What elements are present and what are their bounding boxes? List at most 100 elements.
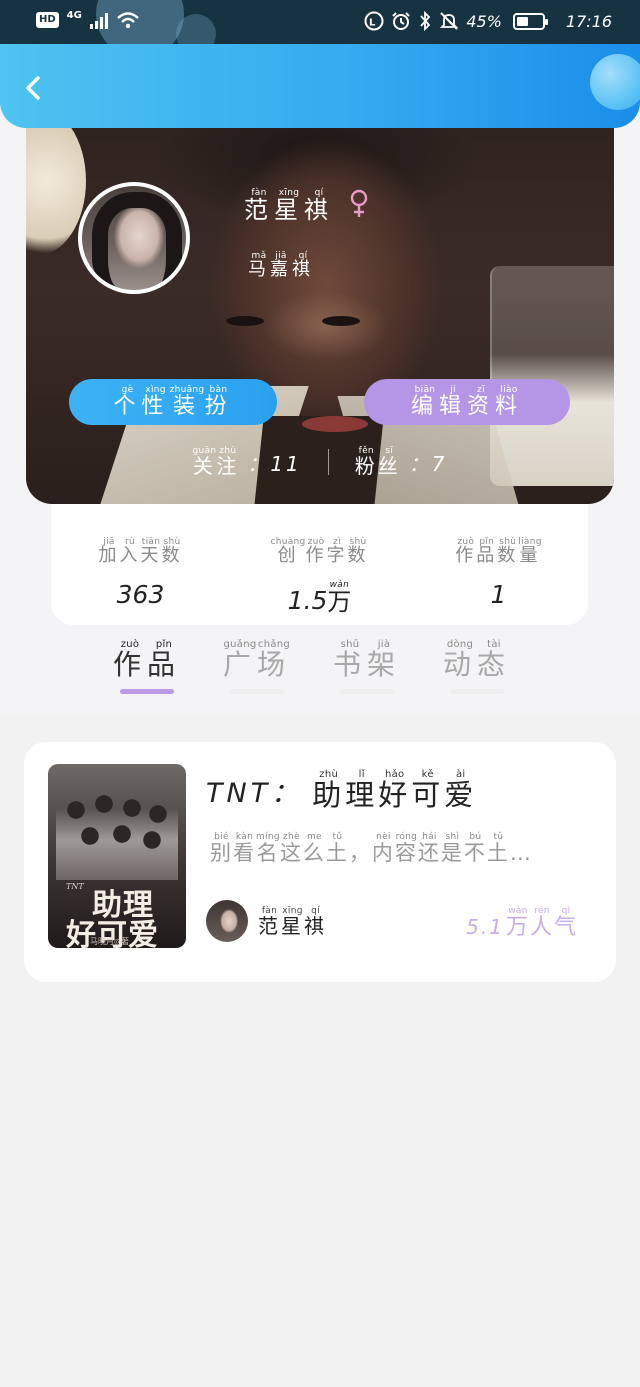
bluetooth-icon [420, 11, 431, 31]
ruby-char: zhù 注 [216, 446, 240, 478]
ruby-char: tiān 天 [140, 537, 162, 566]
tab-indicator [450, 689, 504, 695]
ruby-char: lǐ 理 [345, 769, 379, 812]
ruby-char: nèi 内 [371, 832, 395, 865]
tab-indicator [120, 689, 174, 695]
ruby-char: fàn 范 [244, 188, 274, 224]
ruby-char: xīng 星 [274, 188, 304, 224]
popularity: 5.1 wàn 万 rén 人 qì 气 [466, 906, 578, 939]
book-card[interactable]: TNT 助理 好可爱 马晓月◎著 TNT： zhù 助 lǐ 理 hǎo 好 kě 可 ài 爱 … [24, 742, 616, 982]
ruby-char: pǐn 品 [476, 537, 498, 566]
tab-updates[interactable]: dòng 动 tài 态 [422, 640, 532, 710]
clock: 17:16 [565, 11, 612, 31]
status-bar: HD 4G L 45% 17:16 [0, 0, 640, 44]
battery-percent: 45% [466, 11, 502, 31]
ruby-char: pǐn 品 [147, 639, 182, 681]
ruby-char: zhuāng 装 [169, 385, 205, 420]
ruby-char: ài 爱 [444, 769, 478, 812]
ruby-char: rén 人 [529, 906, 554, 940]
ruby-char: me 么 [302, 832, 326, 865]
book-title[interactable]: TNT： zhù 助 lǐ 理 hǎo 好 kě 可 ài 爱 [206, 769, 478, 812]
stat-days-joined: jiā 加 rù 入 tiān 天 shù 数 363 [51, 504, 230, 625]
ruby-char: dòng 动 [442, 639, 477, 681]
ruby-char: tài 态 [477, 639, 512, 681]
ruby-char: kě 可 [411, 769, 445, 812]
stat-value: 1.5 wàn 万 [287, 579, 352, 616]
ruby-char: guān 关 [192, 446, 217, 478]
stat-label: zuò 作 pǐn 品 shù 数 liàng 量 [455, 528, 541, 566]
author-avatar [206, 900, 248, 942]
ruby-char: xīng 星 [281, 905, 304, 938]
cover-tag: TNT [66, 882, 84, 891]
ruby-char: chuàng 创 [270, 537, 306, 566]
ruby-char: mǎ 马 [248, 251, 270, 280]
eye-comfort-icon: L [364, 11, 384, 31]
signal-icon [89, 11, 108, 29]
mute-icon [440, 12, 459, 30]
tab-indicator [340, 689, 394, 695]
ruby-char: zhù 助 [312, 769, 346, 812]
ruby-char: bú 不 [463, 832, 487, 865]
ruby-char: gè 个 [113, 385, 142, 420]
decor-ball [590, 54, 640, 110]
decor-bubble [176, 14, 216, 44]
ruby-char: hái 还 [417, 832, 441, 865]
ruby-char: fàn 范 [258, 905, 281, 938]
ruby-char: zuò 作 [112, 639, 147, 681]
tab-works[interactable]: zuò 作 pǐn 品 [92, 640, 202, 710]
wifi-icon [117, 12, 139, 29]
ruby-char: qì 气 [553, 906, 578, 940]
ruby-char: shì 是 [440, 832, 464, 865]
ruby-char: shū 书 [332, 639, 367, 681]
author-name: fàn 范 xīng 星 qí 祺 [258, 906, 327, 937]
stat-words-written: chuàng 创 zuò 作 zì 字 shù 数 1.5 wàn 万 [230, 504, 409, 625]
following-count: ：11 [247, 452, 302, 476]
ruby-char: fěn 粉 [354, 446, 378, 478]
ruby-char: chǎng 场 [257, 639, 292, 681]
ruby-char: jià 架 [367, 639, 402, 681]
ruby-char: shù 数 [497, 537, 519, 566]
user-name: fàn 范 xīng 星 qí 祺 [244, 188, 370, 223]
dress-up-button[interactable]: gè 个 xìng 性 zhuāng 装 bàn 扮 [69, 379, 277, 425]
ruby-char: liào 料 [495, 385, 524, 420]
ruby-char: xìng 性 [141, 385, 170, 420]
cover-author: 马晓月◎著 [90, 937, 129, 946]
tab-bookshelf[interactable]: shū 书 jià 架 [312, 640, 422, 710]
stat-value: 1 [490, 579, 507, 609]
female-icon [350, 189, 368, 218]
ruby-char: sī 丝 [377, 446, 401, 478]
popularity-value: 5.1 [466, 915, 504, 940]
ruby-char: rù 入 [119, 537, 141, 566]
fans-link[interactable]: fěn 粉 sī 丝 ：7 [355, 446, 448, 477]
ruby-char: qí 祺 [304, 188, 334, 224]
ruby-char: qí 祺 [304, 905, 327, 938]
ruby-char: qí 祺 [292, 251, 314, 280]
back-button[interactable] [20, 74, 48, 102]
book-description: bié 别 kàn 看 míng 名 zhè 这 me 么 tǔ 土 ， nèi 内 róng 容 hái 还 sh… [210, 832, 533, 864]
ruby-char: … [509, 841, 533, 865]
profile-tabs: zuò 作 pǐn 品 guǎng 广 chǎng 场 shū 书 jià 架 dòng 动 tài 态 [92, 640, 552, 710]
stat-value: 363 [116, 579, 165, 609]
edit-profile-button[interactable]: biān 编 jí 辑 zī 资 liào 料 [364, 379, 570, 425]
ruby-char: jí 辑 [438, 385, 467, 420]
svg-text:L: L [369, 18, 376, 29]
author-row[interactable]: fàn 范 xīng 星 qí 祺 [206, 900, 327, 942]
book-cover[interactable]: TNT 助理 好可爱 马晓月◎著 [48, 764, 186, 948]
user-avatar[interactable] [78, 182, 190, 294]
user-subtitle: mǎ 马 jiā 嘉 qí 祺 [248, 242, 314, 280]
ruby-char: tǔ 土 [486, 832, 510, 865]
ruby-char: jiā 嘉 [270, 251, 292, 280]
app-header [0, 44, 640, 128]
stat-works-count: zuò 作 pǐn 品 shù 数 liàng 量 1 [409, 504, 588, 625]
following-link[interactable]: guān 关 zhù 注 ：11 [192, 446, 301, 477]
ruby-char: shù 数 [161, 537, 183, 566]
tab-square[interactable]: guǎng 广 chǎng 场 [202, 640, 312, 710]
ruby-char: hǎo 好 [378, 769, 412, 812]
ruby-char: kàn 看 [233, 832, 256, 865]
network-type: 4G [66, 9, 82, 21]
ruby-char: shù 数 [347, 537, 369, 566]
ruby-char: biān 编 [410, 385, 439, 420]
ruby-char: zuò 作 [455, 537, 477, 566]
ruby-char: míng 名 [256, 832, 280, 865]
ruby-char: zuò 作 [305, 537, 327, 566]
